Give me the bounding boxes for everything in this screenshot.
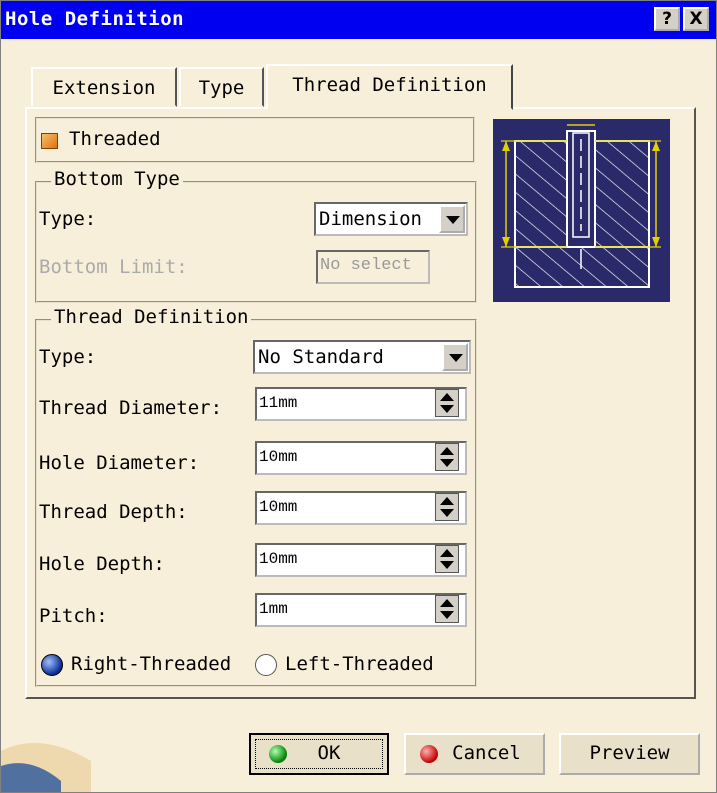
bottom-limit-label: Bottom Limit: — [39, 256, 188, 278]
hole-definition-dialog: Hole Definition ? X Extension Type Threa… — [0, 0, 717, 793]
tab-type[interactable]: Type — [179, 67, 264, 107]
preview-button[interactable]: Preview — [559, 733, 700, 775]
cancel-button[interactable]: Cancel — [404, 733, 545, 775]
thread-type-dropdown[interactable]: No Standard — [253, 340, 471, 374]
hole-depth-label: Hole Depth: — [39, 553, 165, 575]
left-threaded-radio[interactable] — [255, 654, 277, 676]
thread-diameter-spinner[interactable] — [435, 389, 459, 417]
bottom-type-title: Bottom Type — [51, 168, 183, 190]
pitch-label: Pitch: — [39, 605, 108, 627]
window-title: Hole Definition — [5, 8, 185, 30]
bottom-limit-field: No select — [316, 250, 430, 284]
cancel-icon — [420, 745, 438, 763]
tab-thread-definition[interactable]: Thread Definition — [266, 64, 513, 110]
hole-diameter-label: Hole Diameter: — [39, 452, 200, 474]
close-button[interactable]: X — [683, 7, 709, 31]
tab-extension[interactable]: Extension — [31, 67, 177, 107]
hole-diameter-spinner[interactable] — [435, 443, 459, 471]
chevron-down-icon[interactable] — [439, 205, 465, 233]
help-button[interactable]: ? — [654, 7, 680, 31]
bottom-type-value: Dimension — [319, 208, 422, 230]
bottom-type-dropdown[interactable]: Dimension — [314, 202, 468, 236]
ok-icon — [269, 745, 287, 763]
ok-label: OK — [317, 742, 341, 764]
thread-definition-title: Thread Definition — [51, 306, 252, 328]
thread-type-value: No Standard — [258, 346, 384, 368]
bottom-type-group — [35, 181, 477, 303]
pitch-spinner[interactable] — [435, 595, 459, 623]
thread-depth-spinner[interactable] — [435, 493, 459, 521]
thread-diameter-label: Thread Diameter: — [39, 397, 223, 419]
cancel-label: Cancel — [452, 742, 521, 764]
left-threaded-label: Left-Threaded — [285, 653, 434, 675]
threaded-checkbox[interactable] — [41, 133, 58, 149]
right-threaded-label: Right-Threaded — [71, 653, 232, 675]
catia-logo-icon — [1, 743, 91, 792]
ok-button[interactable]: OK — [249, 733, 389, 775]
bottom-type-label: Type: — [39, 208, 97, 230]
hole-depth-spinner[interactable] — [435, 545, 459, 573]
thread-depth-label: Thread Depth: — [39, 501, 188, 523]
chevron-down-icon[interactable] — [442, 343, 468, 371]
hole-preview-image — [493, 119, 670, 302]
thread-type-label: Type: — [39, 346, 97, 368]
title-bar[interactable]: Hole Definition ? X — [1, 1, 716, 39]
threaded-label: Threaded — [69, 128, 161, 150]
right-threaded-radio[interactable] — [41, 654, 63, 676]
